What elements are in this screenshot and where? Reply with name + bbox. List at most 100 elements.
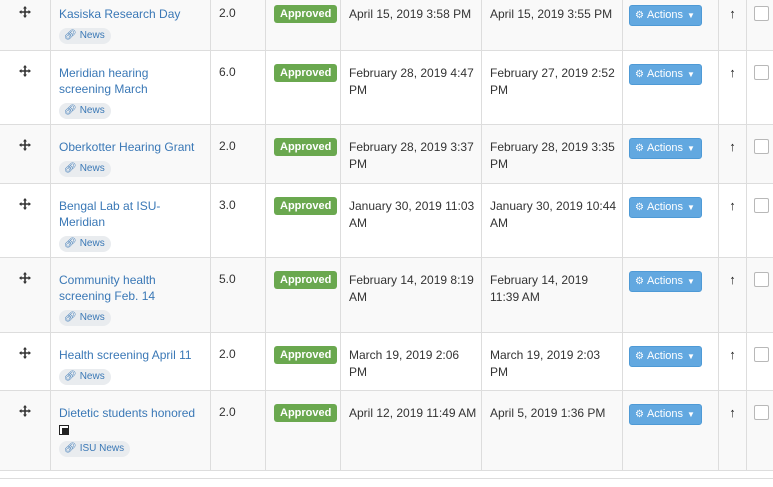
actions-cell: ⚙ Actions ▼ xyxy=(623,125,719,184)
updated-date: January 30, 2019 11:03 AM xyxy=(341,184,482,258)
move-up-icon[interactable]: ↑ xyxy=(719,125,747,184)
title-cell: Kasiska Research Day 🔗︎ News xyxy=(51,0,211,51)
content-title-link[interactable]: Kasiska Research Day xyxy=(59,6,202,22)
actions-dropdown-button[interactable]: ⚙ Actions ▼ xyxy=(629,346,702,367)
tag-label: News xyxy=(79,30,105,41)
content-title-link[interactable]: Dietetic students honored xyxy=(59,405,202,421)
tag-label: News xyxy=(79,105,105,116)
weight-value: 3.0 xyxy=(211,184,266,258)
updated-date: March 19, 2019 2:06 PM xyxy=(341,333,482,391)
actions-dropdown-button[interactable]: ⚙ Actions ▼ xyxy=(629,197,702,218)
tag-label: ISU News xyxy=(79,443,125,454)
link-icon: 🔗︎ xyxy=(64,30,77,41)
weight-value: 2.0 xyxy=(211,0,266,51)
drag-handle-icon[interactable] xyxy=(0,125,51,184)
row-select-checkbox[interactable] xyxy=(754,272,769,287)
updated-date: April 15, 2019 3:58 PM xyxy=(341,0,482,51)
caret-down-icon: ▼ xyxy=(687,11,695,20)
row-select-checkbox[interactable] xyxy=(754,347,769,362)
category-tag[interactable]: 🔗︎ News xyxy=(59,103,111,119)
link-icon: 🔗︎ xyxy=(64,163,77,174)
gear-icon: ⚙ xyxy=(635,276,644,287)
row-select-checkbox[interactable] xyxy=(754,65,769,80)
status-badge: Approved xyxy=(274,64,338,82)
updated-date: February 28, 2019 4:47 PM xyxy=(341,51,482,125)
move-up-icon[interactable]: ↑ xyxy=(719,333,747,391)
content-title-link[interactable]: Oberkotter Hearing Grant xyxy=(59,139,202,155)
caret-down-icon: ▼ xyxy=(687,352,695,361)
gear-icon: ⚙ xyxy=(635,10,644,21)
actions-cell: ⚙ Actions ▼ xyxy=(623,333,719,391)
status-badge: Approved xyxy=(274,197,338,215)
drag-handle-icon[interactable] xyxy=(0,333,51,391)
link-icon: 🔗︎ xyxy=(64,443,77,454)
category-tag[interactable]: 🔗︎ ISU News xyxy=(59,441,131,457)
caret-down-icon: ▼ xyxy=(687,277,695,286)
weight-value: 2.0 xyxy=(211,391,266,471)
link-icon: 🔗︎ xyxy=(64,312,77,323)
actions-cell: ⚙ Actions ▼ xyxy=(623,51,719,125)
select-cell xyxy=(747,258,773,333)
row-select-checkbox[interactable] xyxy=(754,6,769,21)
actions-dropdown-button[interactable]: ⚙ Actions ▼ xyxy=(629,271,702,292)
content-title-link[interactable]: Health screening April 11 xyxy=(59,347,202,363)
status-cell: Approved xyxy=(266,333,341,391)
title-cell: Health screening April 11 🔗︎ News xyxy=(51,333,211,391)
category-tag[interactable]: 🔗︎ News xyxy=(59,369,111,385)
actions-cell: ⚙ Actions ▼ xyxy=(623,184,719,258)
category-tag[interactable]: 🔗︎ News xyxy=(59,28,111,44)
select-cell xyxy=(747,51,773,125)
updated-date: February 14, 2019 8:19 AM xyxy=(341,258,482,333)
select-cell xyxy=(747,0,773,51)
row-select-checkbox[interactable] xyxy=(754,198,769,213)
actions-label: Actions xyxy=(646,350,684,362)
gear-icon: ⚙ xyxy=(635,143,644,154)
drag-handle-icon[interactable] xyxy=(0,258,51,333)
row-select-checkbox[interactable] xyxy=(754,405,769,420)
created-date: January 30, 2019 10:44 AM xyxy=(482,184,623,258)
status-cell: Approved xyxy=(266,184,341,258)
move-up-icon[interactable]: ↑ xyxy=(719,184,747,258)
created-date: April 15, 2019 3:55 PM xyxy=(482,0,623,51)
content-table: Kasiska Research Day 🔗︎ News 2.0 Approved… xyxy=(0,0,773,479)
status-badge: Approved xyxy=(274,138,338,156)
drag-handle-icon[interactable] xyxy=(0,51,51,125)
created-date: February 28, 2019 3:35 PM xyxy=(482,125,623,184)
move-up-icon[interactable]: ↑ xyxy=(719,258,747,333)
actions-dropdown-button[interactable]: ⚙ Actions ▼ xyxy=(629,64,702,85)
actions-cell: ⚙ Actions ▼ xyxy=(623,258,719,333)
gear-icon: ⚙ xyxy=(635,69,644,80)
status-badge: Approved xyxy=(274,404,338,422)
weight-value: 2.0 xyxy=(211,333,266,391)
title-cell: Dietetic students honored 🔗︎ ISU News xyxy=(51,391,211,471)
tag-label: News xyxy=(79,238,105,249)
actions-dropdown-button[interactable]: ⚙ Actions ▼ xyxy=(629,5,702,26)
actions-label: Actions xyxy=(646,9,684,21)
status-cell: Approved xyxy=(266,0,341,51)
content-title-link[interactable]: Bengal Lab at ISU-Meridian xyxy=(59,198,202,230)
created-date: February 14, 2019 11:39 AM xyxy=(482,258,623,333)
actions-dropdown-button[interactable]: ⚙ Actions ▼ xyxy=(629,138,702,159)
updated-date: April 12, 2019 11:49 AM xyxy=(341,391,482,471)
move-up-icon[interactable]: ↑ xyxy=(719,51,747,125)
drag-handle-icon[interactable] xyxy=(0,391,51,471)
category-tag[interactable]: 🔗︎ News xyxy=(59,161,111,177)
link-icon: 🔗︎ xyxy=(64,371,77,382)
status-cell: Approved xyxy=(266,258,341,333)
drag-handle-icon[interactable] xyxy=(0,184,51,258)
content-title-link[interactable]: Meridian hearing screening March xyxy=(59,65,202,97)
category-tag[interactable]: 🔗︎ News xyxy=(59,236,111,252)
actions-label: Actions xyxy=(646,408,684,420)
content-title-link[interactable]: Community health screening Feb. 14 xyxy=(59,272,202,304)
move-up-icon[interactable]: ↑ xyxy=(719,391,747,471)
status-cell: Approved xyxy=(266,391,341,471)
move-up-icon[interactable]: ↑ xyxy=(719,0,747,51)
weight-value: 2.0 xyxy=(211,125,266,184)
category-tag[interactable]: 🔗︎ News xyxy=(59,310,111,326)
status-badge: Approved xyxy=(274,5,338,23)
caret-down-icon: ▼ xyxy=(687,410,695,419)
title-cell: Oberkotter Hearing Grant 🔗︎ News xyxy=(51,125,211,184)
drag-handle-icon[interactable] xyxy=(0,0,51,51)
actions-dropdown-button[interactable]: ⚙ Actions ▼ xyxy=(629,404,702,425)
row-select-checkbox[interactable] xyxy=(754,139,769,154)
